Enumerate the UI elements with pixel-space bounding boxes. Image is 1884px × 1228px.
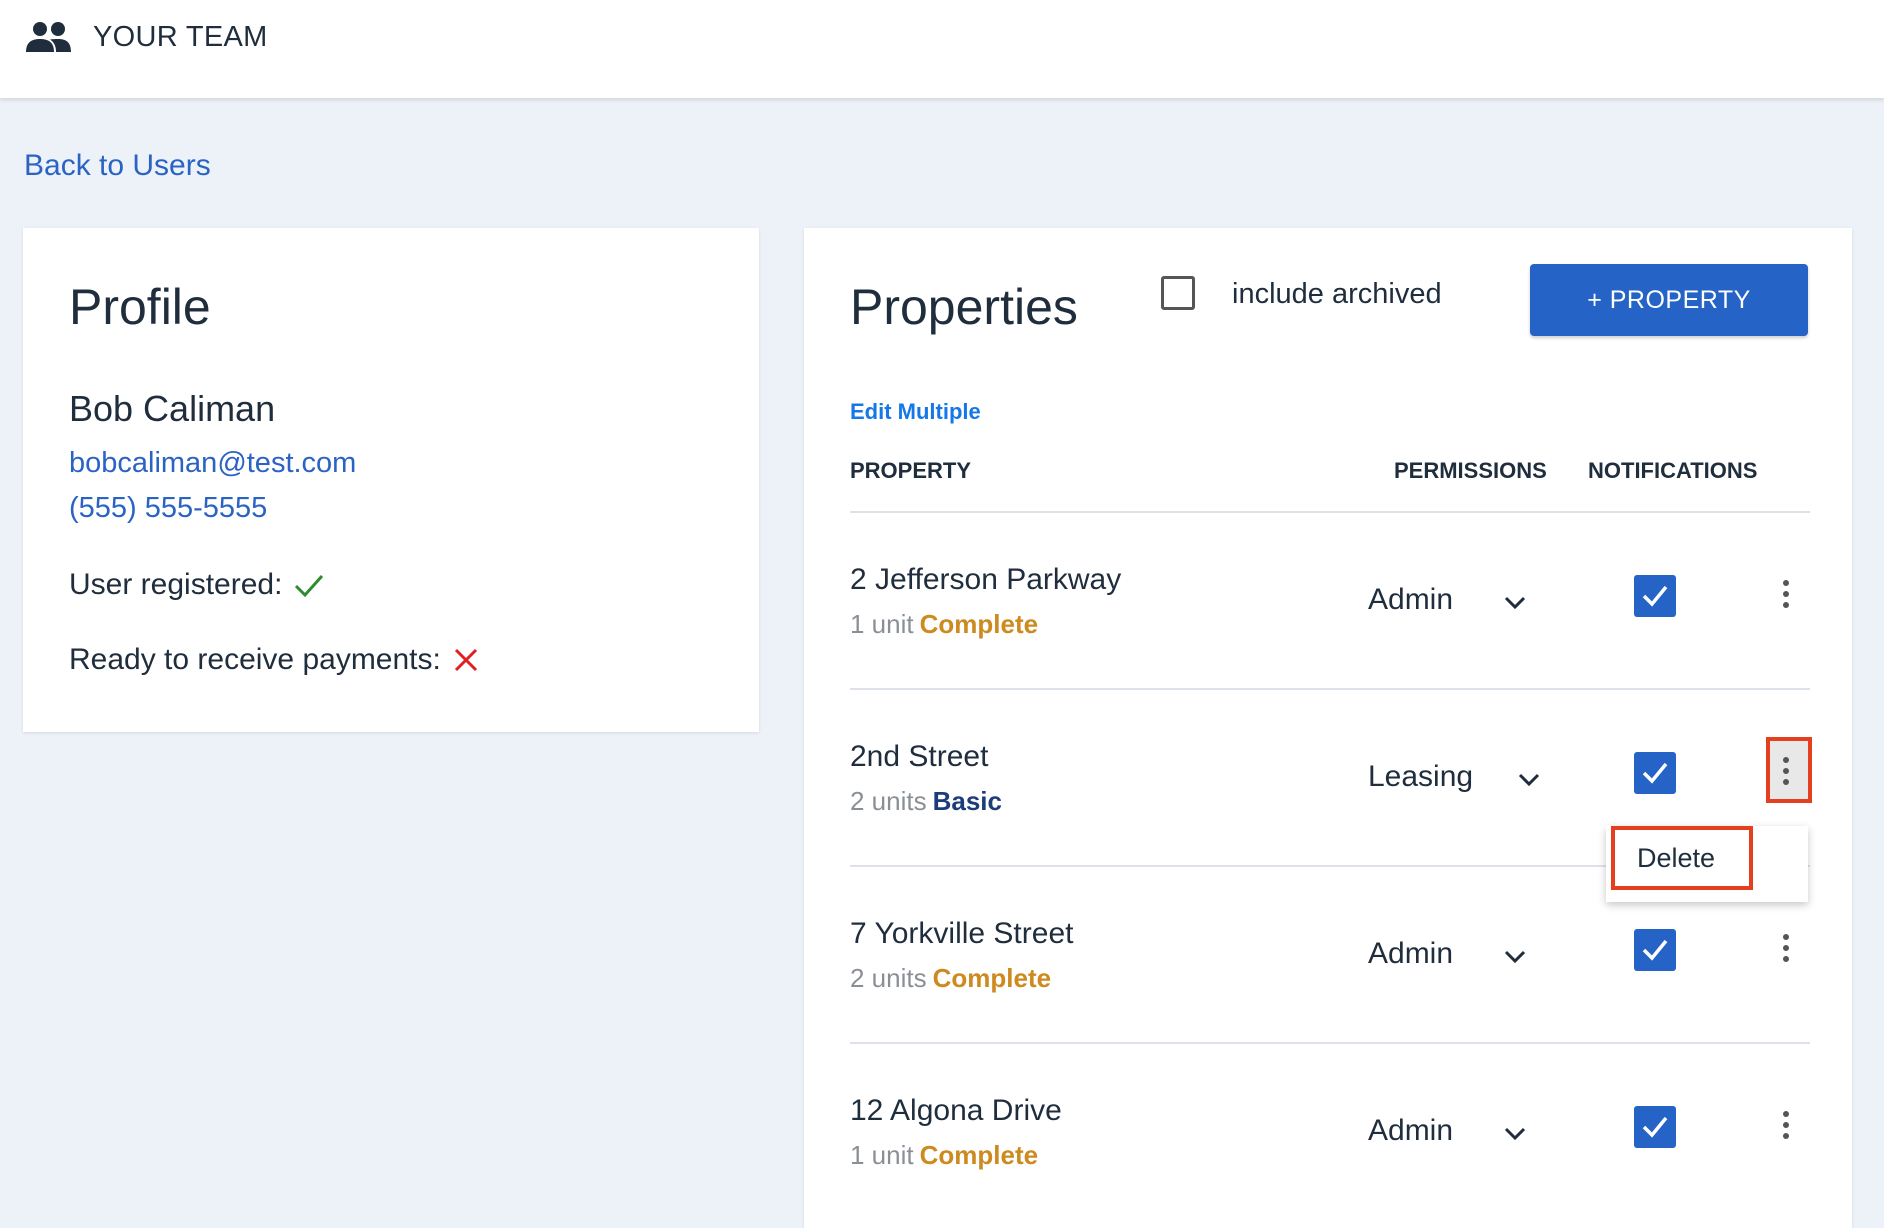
property-meta: 1 unit Complete [850,609,1038,640]
chevron-down-icon[interactable] [1502,593,1528,613]
row-more-button[interactable] [1777,1106,1795,1148]
row-more-button[interactable] [1777,929,1795,971]
checkmark-icon [1642,939,1668,961]
permission-select[interactable]: Admin [1368,937,1453,971]
add-property-button[interactable]: + PROPERTY [1530,264,1808,336]
permission-select[interactable]: Leasing [1368,760,1473,794]
notifications-checkbox[interactable] [1634,575,1676,617]
include-archived-label: include archived [1232,278,1442,310]
team-icon [26,22,71,52]
edit-multiple-link[interactable]: Edit Multiple [850,399,981,425]
plan-badge: Complete [932,963,1052,993]
unit-count: 2 units [850,786,927,816]
chevron-down-icon[interactable] [1502,1124,1528,1144]
notifications-checkbox[interactable] [1634,929,1676,971]
property-meta: 1 unit Complete [850,1140,1038,1171]
include-archived-checkbox[interactable] [1161,276,1195,310]
property-name[interactable]: 12 Algona Drive [850,1094,1062,1128]
properties-card: Properties include archived + PROPERTY E… [804,228,1852,1228]
property-meta: 2 units Complete [850,963,1051,994]
top-bar: YOUR TEAM [0,0,1884,98]
user-email-link[interactable]: bobcaliman@test.com [69,447,356,480]
column-header-permissions: PERMISSIONS [1394,458,1547,483]
unit-count: 1 unit [850,609,914,639]
permission-select[interactable]: Admin [1368,583,1453,617]
property-meta: 2 units Basic [850,786,1002,817]
checkmark-icon [1642,762,1668,784]
unit-count: 1 unit [850,1140,914,1170]
unit-count: 2 units [850,963,927,993]
chevron-down-icon[interactable] [1502,947,1528,967]
table-row: 12 Algona Drive 1 unit Complete Admin [850,1042,1810,1219]
chevron-down-icon[interactable] [1516,770,1542,790]
profile-card: Profile Bob Caliman bobcaliman@test.com … [23,228,759,732]
permission-select[interactable]: Admin [1368,1114,1453,1148]
profile-heading: Profile [69,279,211,335]
plan-badge: Basic [932,786,1002,816]
property-name[interactable]: 7 Yorkville Street [850,917,1073,951]
table-row: 2 Jefferson Parkway 1 unit Complete Admin [850,511,1810,688]
notifications-checkbox[interactable] [1634,752,1676,794]
payments-label: Ready to receive payments: [69,643,441,676]
page-title: YOUR TEAM [93,21,268,53]
properties-heading: Properties [850,279,1078,335]
back-to-users-link[interactable]: Back to Users [24,149,211,183]
delete-menu-item[interactable]: Delete [1611,826,1753,890]
row-more-button[interactable] [1777,575,1795,617]
property-name[interactable]: 2 Jefferson Parkway [850,563,1121,597]
column-header-notifications: NOTIFICATIONS [1588,458,1758,483]
checkmark-icon [1642,585,1668,607]
checkmark-icon [1642,1116,1668,1138]
registered-status: User registered: [69,568,324,602]
registered-label: User registered: [69,568,283,601]
property-name[interactable]: 2nd Street [850,740,988,774]
user-name: Bob Caliman [69,388,276,429]
close-icon [454,648,477,672]
payments-status: Ready to receive payments: [69,643,479,677]
column-header-property: PROPERTY [850,458,972,483]
plan-badge: Complete [919,609,1039,639]
user-phone-link[interactable]: (555) 555-5555 [69,492,267,525]
plan-badge: Complete [919,1140,1039,1170]
notifications-checkbox[interactable] [1634,1106,1676,1148]
row-context-menu: Delete [1606,826,1808,902]
check-icon [295,574,324,598]
row-more-button[interactable] [1777,752,1795,794]
